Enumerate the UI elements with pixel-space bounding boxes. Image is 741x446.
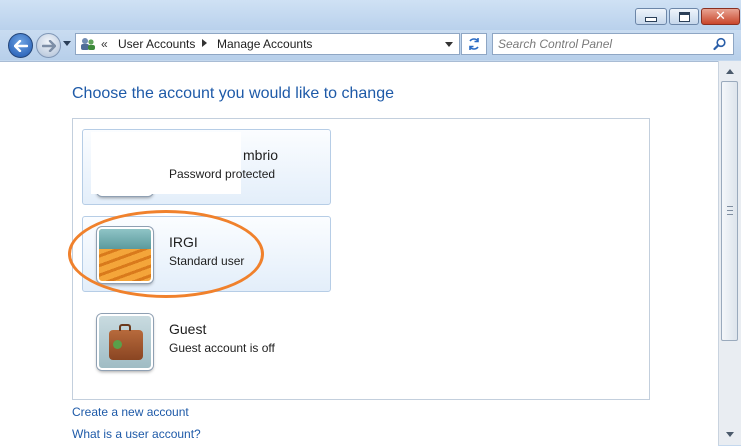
page-title: Choose the account you would like to cha…	[72, 85, 394, 102]
maximize-button[interactable]	[669, 8, 699, 25]
account-tile-mbrio[interactable]: mbrio Password protected	[82, 129, 331, 205]
breadcrumb-manage-accounts[interactable]: Manage Accounts	[217, 37, 312, 51]
vertical-scrollbar[interactable]	[718, 61, 741, 445]
create-account-link[interactable]: Create a new account	[72, 405, 189, 419]
account-status: Standard user	[169, 254, 245, 268]
search-icon[interactable]	[713, 37, 727, 51]
maximize-icon	[678, 11, 690, 22]
stairs-avatar	[97, 227, 153, 283]
back-arrow-icon	[13, 39, 28, 52]
back-button[interactable]	[8, 33, 33, 58]
address-dropdown-icon[interactable]	[445, 42, 453, 47]
account-status: Guest account is off	[169, 341, 275, 355]
address-bar[interactable]: « User Accounts Manage Accounts	[75, 33, 460, 55]
account-status: Password protected	[169, 167, 276, 181]
scroll-down-button[interactable]	[721, 426, 738, 443]
close-icon: ✕	[715, 9, 726, 24]
minimize-button[interactable]	[635, 8, 667, 25]
suitcase-avatar	[97, 314, 153, 370]
suitcase-handle	[119, 324, 131, 331]
content-area: Choose the account you would like to cha…	[0, 61, 718, 446]
stairs-avatar-sky	[99, 229, 151, 249]
forward-button[interactable]	[36, 33, 61, 58]
title-bar: ✕	[0, 0, 741, 30]
scroll-up-icon	[725, 69, 734, 74]
redacted-area	[91, 132, 241, 194]
scroll-up-button[interactable]	[721, 63, 738, 80]
search-input[interactable]	[498, 35, 703, 53]
scroll-down-icon	[725, 432, 734, 437]
recent-pages-dropdown[interactable]	[63, 41, 71, 46]
refresh-icon	[469, 38, 479, 50]
what-is-user-account-link[interactable]: What is a user account?	[72, 427, 201, 441]
minimize-icon	[645, 17, 657, 22]
account-tile-irgi[interactable]: IRGI Standard user	[82, 216, 331, 292]
breadcrumb-separator-icon[interactable]	[202, 39, 207, 47]
scroll-grip	[727, 206, 733, 215]
scroll-thumb[interactable]	[721, 81, 738, 341]
search-box[interactable]	[492, 33, 734, 55]
account-name: IRGI	[169, 234, 198, 250]
account-name: mbrio	[243, 147, 279, 163]
breadcrumb-user-accounts[interactable]: User Accounts	[118, 37, 195, 51]
close-button[interactable]: ✕	[701, 8, 740, 25]
breadcrumb-overflow-icon[interactable]: «	[101, 37, 108, 51]
refresh-button[interactable]	[461, 33, 487, 55]
account-tile-guest[interactable]: Guest Guest account is off	[82, 303, 331, 379]
user-accounts-icon	[81, 38, 95, 50]
account-name: Guest	[169, 321, 207, 337]
forward-arrow-icon	[41, 39, 56, 52]
suitcase-sticker	[113, 340, 122, 349]
accounts-list: mbrio Password protected IRGI Standard u…	[72, 118, 650, 400]
